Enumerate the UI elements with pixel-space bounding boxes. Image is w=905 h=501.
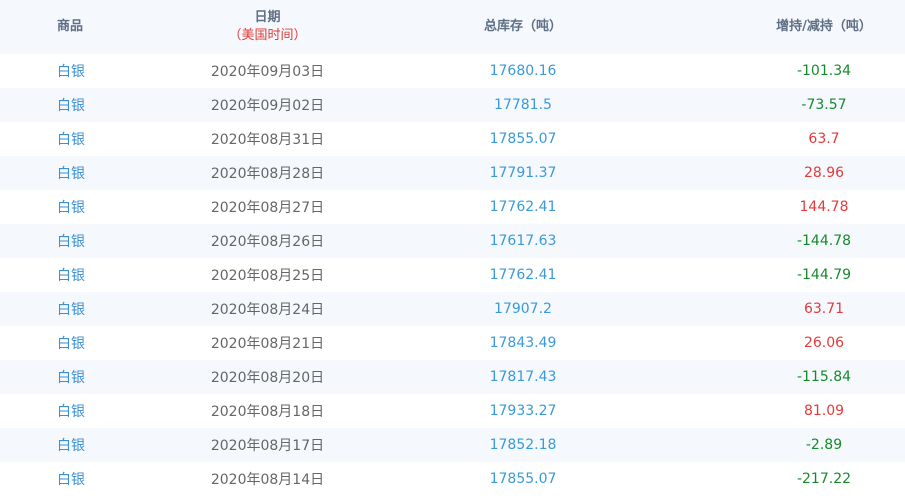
change-cell: 63.7: [808, 131, 840, 147]
product-link[interactable]: 白银: [0, 360, 150, 394]
date-cell: 2020年08月21日: [210, 336, 325, 352]
change-cell: 63.71: [803, 301, 845, 317]
date-cell: 2020年09月02日: [210, 98, 325, 114]
date-cell: 2020年08月14日: [210, 472, 325, 488]
header-change: 增持/减持（吨）: [776, 19, 872, 34]
header-date-label: 日期: [254, 10, 281, 25]
header-product: 商品: [57, 19, 84, 34]
total-cell: 17791.37: [489, 165, 557, 181]
total-cell: 17817.43: [489, 369, 557, 385]
product-link[interactable]: 白银: [0, 122, 150, 156]
table-row: 白银 2020年08月28日 17791.37 28.96: [0, 156, 905, 190]
product-link[interactable]: 白银: [0, 224, 150, 258]
date-cell: 2020年08月31日: [210, 132, 325, 148]
table-row: 白银 2020年08月27日 17762.41 144.78: [0, 190, 905, 224]
total-cell: 17781.5: [494, 97, 552, 113]
product-link[interactable]: 白银: [0, 88, 150, 122]
date-cell: 2020年08月27日: [210, 200, 325, 216]
product-link[interactable]: 白银: [0, 54, 150, 88]
table-row: 白银 2020年08月25日 17762.41 -144.79: [0, 258, 905, 292]
change-cell: -115.84: [796, 369, 852, 385]
silver-holdings-table: 商品 日期 （美国时间） 总库存（吨） 增持/减持（吨） 白银 2020年09月0…: [0, 0, 905, 496]
total-cell: 17855.07: [489, 471, 557, 487]
date-cell: 2020年08月24日: [210, 302, 325, 318]
total-cell: 17843.49: [489, 335, 557, 351]
table-row: 白银 2020年08月31日 17855.07 63.7: [0, 122, 905, 156]
total-cell: 17855.07: [489, 131, 557, 147]
product-link[interactable]: 白银: [0, 258, 150, 292]
date-cell: 2020年08月25日: [210, 268, 325, 284]
change-cell: -144.79: [796, 267, 852, 283]
change-cell: 26.06: [803, 335, 845, 351]
table-row: 白银 2020年09月02日 17781.5 -73.57: [0, 88, 905, 122]
table-row: 白银 2020年08月21日 17843.49 26.06: [0, 326, 905, 360]
header-date-sub: （美国时间）: [228, 28, 307, 43]
change-cell: -2.89: [805, 437, 843, 453]
table-row: 白银 2020年08月14日 17855.07 -217.22: [0, 462, 905, 496]
header-total: 总库存（吨）: [483, 19, 562, 34]
change-cell: 28.96: [803, 165, 845, 181]
product-link[interactable]: 白银: [0, 394, 150, 428]
product-link[interactable]: 白银: [0, 156, 150, 190]
change-cell: 144.78: [799, 199, 849, 215]
change-cell: -101.34: [796, 63, 852, 79]
total-cell: 17617.63: [489, 233, 557, 249]
date-cell: 2020年08月17日: [210, 438, 325, 454]
change-cell: -73.57: [801, 97, 847, 113]
table-row: 白银 2020年08月17日 17852.18 -2.89: [0, 428, 905, 462]
product-link[interactable]: 白银: [0, 428, 150, 462]
change-cell: 81.09: [803, 403, 845, 419]
total-cell: 17762.41: [489, 199, 557, 215]
total-cell: 17933.27: [489, 403, 557, 419]
table-row: 白银 2020年09月03日 17680.16 -101.34: [0, 54, 905, 88]
total-cell: 17852.18: [489, 437, 557, 453]
date-cell: 2020年08月28日: [210, 166, 325, 182]
total-cell: 17907.2: [494, 301, 552, 317]
date-cell: 2020年08月26日: [210, 234, 325, 250]
table-row: 白银 2020年08月24日 17907.2 63.71: [0, 292, 905, 326]
change-cell: -217.22: [796, 471, 852, 487]
table-row: 白银 2020年08月20日 17817.43 -115.84: [0, 360, 905, 394]
table-header-row: 商品 日期 （美国时间） 总库存（吨） 增持/减持（吨）: [0, 0, 905, 54]
product-link[interactable]: 白银: [0, 326, 150, 360]
table-row: 白银 2020年08月26日 17617.63 -144.78: [0, 224, 905, 258]
header-date: 日期 （美国时间）: [150, 0, 385, 54]
product-link[interactable]: 白银: [0, 462, 150, 496]
change-cell: -144.78: [796, 233, 852, 249]
table-row: 白银 2020年08月18日 17933.27 81.09: [0, 394, 905, 428]
date-cell: 2020年08月20日: [210, 370, 325, 386]
product-link[interactable]: 白银: [0, 190, 150, 224]
total-cell: 17680.16: [489, 63, 557, 79]
date-cell: 2020年08月18日: [210, 404, 325, 420]
product-link[interactable]: 白银: [0, 292, 150, 326]
total-cell: 17762.41: [489, 267, 557, 283]
date-cell: 2020年09月03日: [210, 64, 325, 80]
